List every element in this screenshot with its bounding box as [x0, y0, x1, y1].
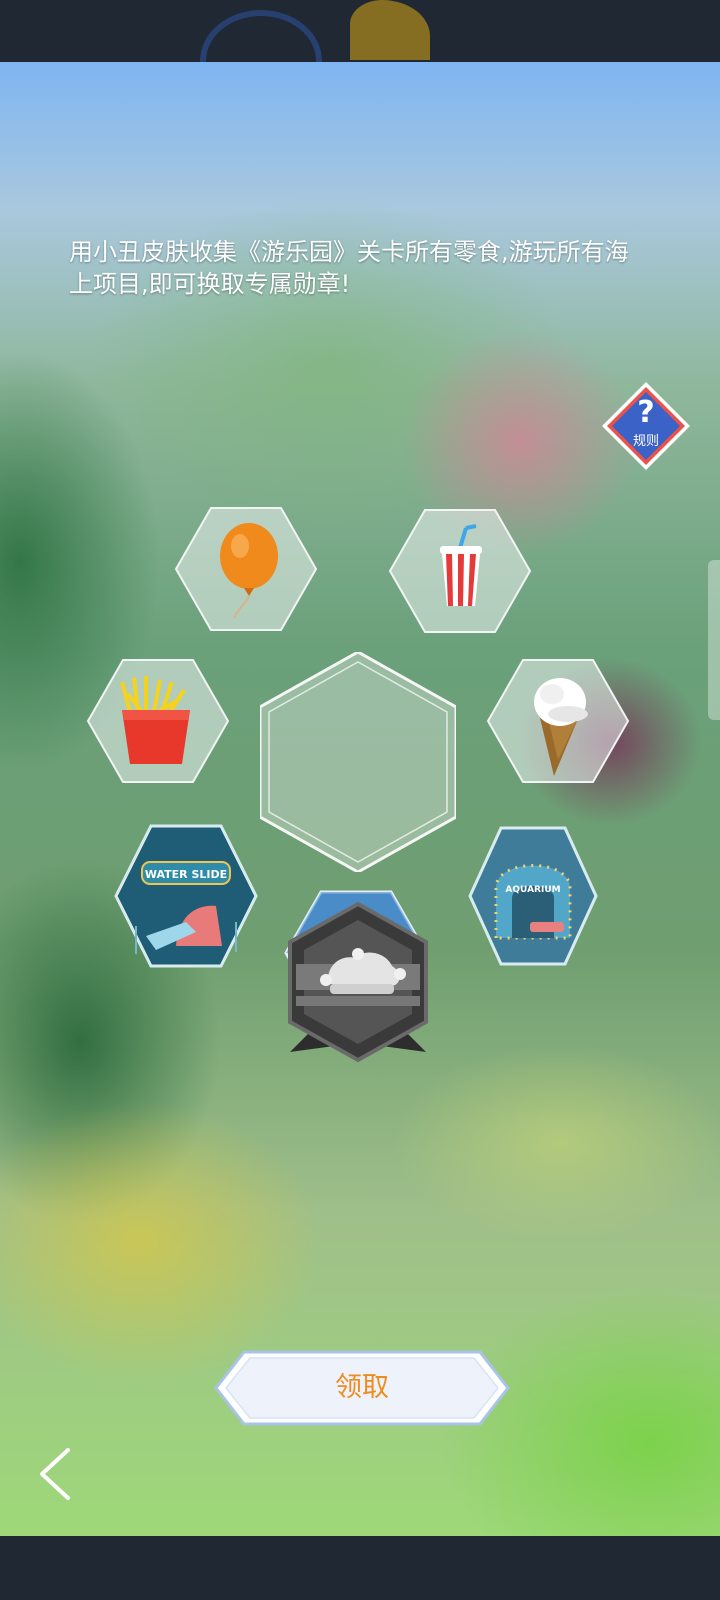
soda-cup-icon — [440, 524, 482, 606]
ice-cream-icon — [534, 678, 588, 776]
aquarium-sign: AQUARIUM — [505, 885, 560, 895]
bottom-bar — [0, 1536, 720, 1600]
background-decoration — [200, 10, 322, 62]
aquarium-icon: AQUARIUM — [494, 864, 572, 940]
jester-medal-badge[interactable] — [258, 650, 458, 1063]
top-status-area — [0, 0, 720, 62]
side-drawer-handle[interactable] — [708, 560, 720, 720]
rules-button[interactable]: ? 规则 — [598, 378, 694, 474]
claim-label: 领取 — [335, 1372, 389, 1403]
event-description: 用小丑皮肤收集《游乐园》关卡所有零食,游玩所有海上项目,即可换取专属勋章! — [69, 238, 629, 298]
chevron-left-icon — [40, 1448, 70, 1500]
item-ice-cream[interactable] — [486, 659, 630, 783]
item-aquarium[interactable]: AQUARIUM — [468, 826, 610, 966]
balloon-icon — [220, 523, 278, 619]
water-slide-icon: WATER SLIDE — [135, 861, 237, 954]
rules-label: 规则 — [632, 434, 659, 449]
svg-text:?: ? — [637, 395, 654, 430]
background-decoration — [350, 0, 430, 60]
item-balloon[interactable] — [174, 507, 318, 631]
rules-diamond-icon: ? — [602, 382, 690, 470]
item-water-slide[interactable]: WATER SLIDE — [114, 824, 258, 968]
french-fries-icon — [120, 676, 190, 764]
jester-hat-icon — [288, 901, 428, 1063]
item-soda-cup[interactable] — [388, 509, 532, 633]
item-french-fries[interactable] — [86, 659, 230, 783]
claim-button[interactable]: 领取 — [214, 1350, 510, 1426]
water-slide-sign: WATER SLIDE — [145, 868, 227, 881]
back-button[interactable] — [34, 1446, 74, 1502]
